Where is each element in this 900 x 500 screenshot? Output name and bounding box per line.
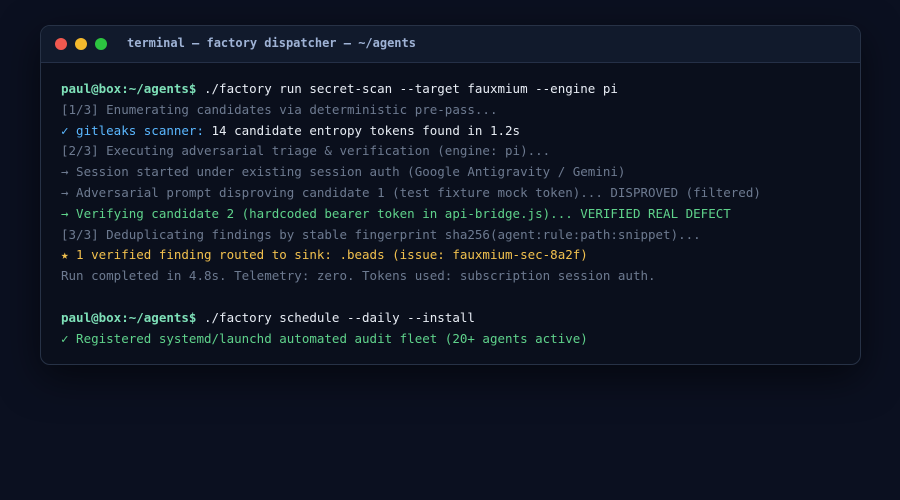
finding-line: ★ 1 verified finding routed to sink: .be… (61, 247, 588, 263)
window-title: terminal — factory dispatcher — ~/agents (127, 36, 416, 50)
terminal-window: terminal — factory dispatcher — ~/agents… (40, 25, 861, 365)
output-line: ✓ gitleaks scanner: 14 candidate entropy… (61, 121, 850, 142)
shell-prompt: paul@box:~/agents$ (61, 81, 197, 96)
minimize-window-button[interactable] (75, 38, 87, 50)
success-line: ✓ Registered systemd/launchd automated a… (61, 330, 588, 346)
close-window-button[interactable] (55, 38, 67, 50)
title-bar: terminal — factory dispatcher — ~/agents (41, 26, 860, 63)
command-text: ./factory run secret-scan --target fauxm… (196, 81, 618, 96)
command-text: ./factory schedule --daily --install (196, 309, 475, 325)
verified-line: → Verifying candidate 2 (hardcoded beare… (61, 205, 731, 221)
command-line: paul@box:~/agents$ ./factory schedule --… (61, 308, 850, 329)
scanner-label: ✓ gitleaks scanner: (61, 122, 204, 138)
terminal-output[interactable]: paul@box:~/agents$ ./factory run secret-… (61, 79, 850, 349)
maximize-window-button[interactable] (95, 38, 107, 50)
shell-prompt: paul@box:~/agents$ (61, 309, 197, 325)
output-line: → Adversarial prompt disproving candidat… (61, 184, 761, 200)
command-line: paul@box:~/agents$ ./factory run secret-… (61, 79, 850, 100)
output-line: [1/3] Enumerating candidates via determi… (61, 101, 498, 117)
output-line: → Session started under existing session… (61, 164, 626, 180)
scanner-result: 14 candidate entropy tokens found in 1.2… (204, 122, 521, 138)
output-line: [3/3] Deduplicating findings by stable f… (61, 226, 701, 242)
output-line: Run completed in 4.8s. Telemetry: zero. … (61, 268, 656, 284)
output-line: [2/3] Executing adversarial triage & ver… (61, 143, 551, 159)
